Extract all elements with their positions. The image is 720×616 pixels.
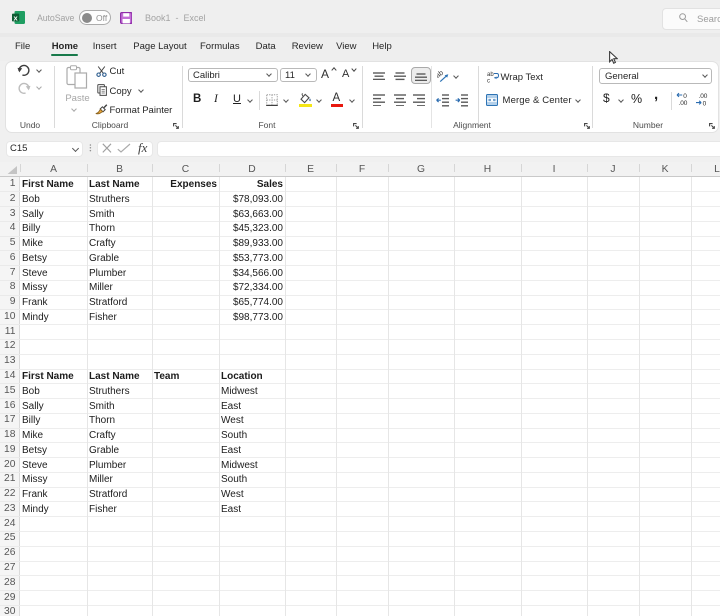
svg-text:0: 0 [703,101,707,106]
svg-text:c: c [487,79,490,84]
svg-text:.00: .00 [698,93,707,100]
svg-text:ab: ab [487,72,494,78]
svg-text:.00: .00 [678,100,687,106]
svg-text:0: 0 [683,93,687,100]
